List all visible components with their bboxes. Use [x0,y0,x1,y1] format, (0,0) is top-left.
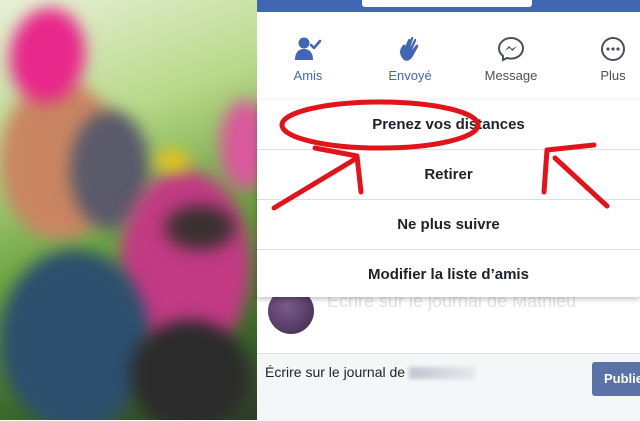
menu-item-unfriend[interactable]: Retirer [257,150,640,199]
wave-hand-icon [400,36,419,61]
friends-button-label: Amis [293,68,323,83]
more-button-label: Plus [600,68,626,83]
composer-bar: Écrire sur le journal de Publie [257,353,640,421]
sent-button[interactable]: Envoyé [370,36,450,83]
facebook-profile-panel: Amis Envoyé Message Plus Écrire sur le j… [257,0,640,421]
composer-input[interactable]: Écrire sur le journal de [265,364,476,380]
more-button[interactable]: Plus [573,36,640,83]
friends-button[interactable]: Amis [268,36,348,83]
menu-item-unfollow[interactable]: Ne plus suivre [257,200,640,249]
sent-button-label: Envoyé [388,68,432,83]
message-button-label: Message [484,68,538,83]
menu-caret [300,90,320,100]
messenger-icon [497,36,525,62]
more-dots-icon [601,37,625,61]
menu-item-unfollow-temporarily[interactable]: Prenez vos distances [257,100,640,149]
publish-button[interactable]: Publie [592,362,640,396]
composer-text: Écrire sur le journal de [265,364,406,380]
blurred-name [409,367,476,380]
top-bar [257,0,640,12]
friends-check-icon [295,37,322,60]
background-photo [0,0,257,420]
menu-item-edit-friend-lists[interactable]: Modifier la liste d’amis [257,250,640,299]
search-input[interactable] [362,0,532,7]
post-writer-row: Écrire sur le journal de Mathieu [257,288,640,353]
message-button[interactable]: Message [471,36,551,83]
friends-dropdown-menu: Prenez vos distances Retirer Ne plus sui… [257,100,640,297]
profile-action-bar: Amis Envoyé Message Plus [257,12,640,100]
